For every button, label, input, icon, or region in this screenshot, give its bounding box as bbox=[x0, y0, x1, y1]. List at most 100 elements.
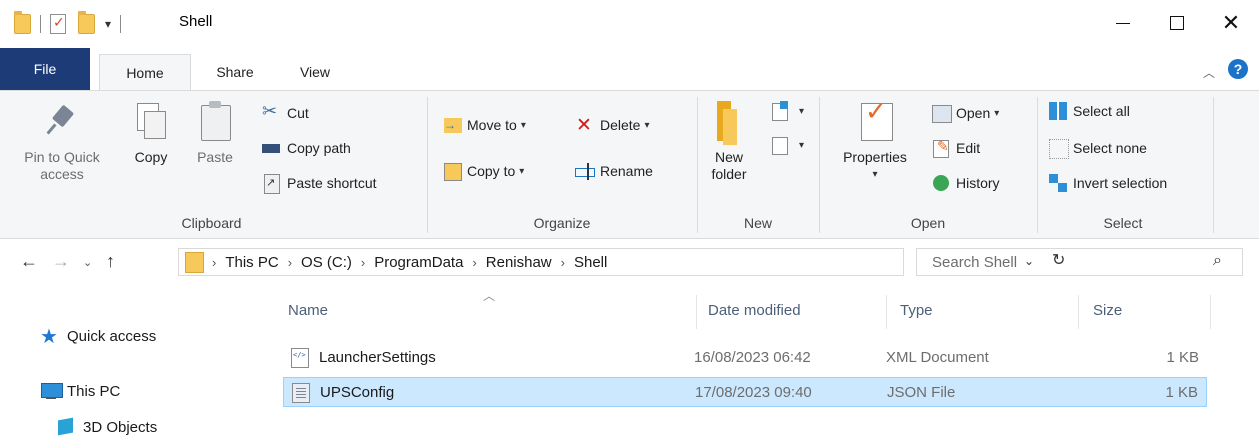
select-group-label: Select bbox=[1103, 215, 1143, 231]
breadcrumb-separator-icon[interactable]: › bbox=[472, 255, 476, 270]
up-arrow-icon[interactable]: ↑ bbox=[106, 251, 115, 272]
invert-selection-icon bbox=[1048, 173, 1068, 193]
tab-home[interactable]: Home bbox=[99, 54, 191, 91]
new-folder-quick-icon[interactable] bbox=[78, 11, 95, 34]
column-header-name[interactable]: Name bbox=[288, 302, 328, 319]
paste-shortcut-button[interactable]: Paste shortcut bbox=[262, 171, 377, 195]
organize-group-label: Organize bbox=[533, 215, 591, 231]
maximize-button[interactable] bbox=[1154, 6, 1200, 40]
copy-button[interactable]: Copy bbox=[126, 99, 176, 166]
invert-selection-button[interactable]: Invert selection bbox=[1048, 171, 1167, 195]
paste-button[interactable]: Paste bbox=[190, 99, 240, 166]
delete-button[interactable]: Delete ▾ bbox=[575, 113, 650, 137]
nav-item-3d-objects[interactable]: 3D Objects bbox=[56, 418, 157, 436]
copy-to-label: Copy to bbox=[467, 163, 516, 179]
breadcrumb-separator-icon[interactable]: › bbox=[212, 255, 216, 270]
close-button[interactable]: ✕ bbox=[1208, 6, 1254, 40]
chevron-down-icon: ▾ bbox=[994, 107, 1000, 119]
minimize-icon bbox=[1116, 22, 1130, 24]
toolbar-divider bbox=[40, 15, 41, 33]
copy-to-icon bbox=[442, 161, 462, 181]
file-name: LauncherSettings bbox=[319, 349, 436, 366]
edit-button[interactable]: Edit bbox=[931, 136, 980, 160]
new-folder-icon bbox=[709, 99, 749, 145]
close-icon: ✕ bbox=[1221, 10, 1241, 35]
copy-path-button[interactable]: Copy path bbox=[262, 136, 351, 160]
column-header-date-modified[interactable]: Date modified bbox=[708, 302, 801, 319]
tab-view[interactable]: View bbox=[280, 54, 350, 90]
new-folder-line2: folder bbox=[711, 166, 747, 182]
table-row[interactable]: LauncherSettings 16/08/2023 06:42 XML Do… bbox=[283, 343, 1207, 373]
address-bar[interactable]: › This PC › OS (C:) › ProgramData › Reni… bbox=[178, 248, 1065, 276]
address-toolbar: ← → ⌄ ↑ › This PC › OS (C:) › ProgramDat… bbox=[0, 239, 1259, 285]
breadcrumb-shell[interactable]: Shell bbox=[574, 254, 607, 271]
title-bar: ▾ Shell ✕ bbox=[0, 0, 1259, 48]
nav-item-label: Quick access bbox=[67, 327, 157, 345]
open-button[interactable]: Open ▾ bbox=[931, 101, 999, 125]
file-type: JSON File bbox=[887, 384, 956, 401]
ribbon-tab-bar: File Home Share View ︿ ? bbox=[0, 48, 1259, 91]
select-none-icon bbox=[1048, 138, 1069, 159]
new-item-icon bbox=[770, 101, 790, 121]
properties-quick-icon[interactable] bbox=[50, 14, 66, 34]
star-icon bbox=[40, 324, 60, 349]
tab-share[interactable]: Share bbox=[200, 54, 270, 90]
column-divider[interactable] bbox=[696, 295, 697, 329]
new-folder-button[interactable]: New folder bbox=[704, 99, 754, 183]
breadcrumb-renishaw[interactable]: Renishaw bbox=[486, 254, 552, 271]
nav-item-this-pc[interactable]: This PC bbox=[40, 382, 120, 400]
column-divider[interactable] bbox=[1210, 295, 1211, 329]
breadcrumb-separator-icon[interactable]: › bbox=[561, 255, 565, 270]
breadcrumb-separator-icon[interactable]: › bbox=[288, 255, 292, 270]
nav-item-label: 3D Objects bbox=[83, 418, 158, 436]
rename-button[interactable]: Rename bbox=[575, 159, 653, 183]
recent-locations-chevron-icon[interactable]: ⌄ bbox=[83, 256, 92, 269]
pin-to-quick-access-button[interactable]: Pin to Quick access bbox=[2, 99, 122, 183]
table-row[interactable]: UPSConfig 17/08/2023 09:40 JSON File 1 K… bbox=[283, 377, 1207, 407]
folder-icon[interactable] bbox=[14, 11, 31, 34]
select-all-button[interactable]: Select all bbox=[1048, 99, 1130, 123]
nav-item-label: This PC bbox=[67, 382, 121, 400]
copy-to-button[interactable]: Copy to ▾ bbox=[442, 159, 524, 183]
column-header-size[interactable]: Size bbox=[1093, 302, 1122, 319]
nav-item-quick-access[interactable]: Quick access bbox=[40, 324, 157, 349]
delete-label: Delete bbox=[600, 117, 641, 133]
computer-icon bbox=[40, 382, 63, 400]
move-to-button[interactable]: Move to ▾ bbox=[442, 113, 526, 137]
invert-selection-label: Invert selection bbox=[1073, 175, 1168, 191]
select-all-icon bbox=[1048, 101, 1068, 121]
chevron-down-icon: ▾ bbox=[519, 165, 525, 177]
easy-access-button[interactable]: ▾ bbox=[770, 133, 804, 157]
file-size: 1 KB bbox=[1166, 349, 1199, 366]
customize-toolbar-dropdown-icon[interactable]: ▾ bbox=[105, 17, 111, 31]
file-size: 1 KB bbox=[1165, 384, 1198, 401]
forward-arrow-icon[interactable]: → bbox=[52, 251, 70, 272]
search-input[interactable] bbox=[932, 252, 1202, 272]
column-divider[interactable] bbox=[886, 295, 887, 329]
select-none-button[interactable]: Select none bbox=[1048, 136, 1147, 160]
collapse-ribbon-chevron-icon[interactable]: ︿ bbox=[1203, 64, 1215, 81]
column-divider[interactable] bbox=[1078, 295, 1079, 329]
cut-label: Cut bbox=[287, 105, 309, 121]
xml-file-icon bbox=[291, 348, 309, 368]
history-button[interactable]: History bbox=[931, 171, 1000, 195]
new-item-button[interactable]: ▾ bbox=[770, 99, 804, 123]
breadcrumb-programdata[interactable]: ProgramData bbox=[374, 254, 463, 271]
column-header-type[interactable]: Type bbox=[900, 302, 933, 319]
breadcrumb-separator-icon[interactable]: › bbox=[361, 255, 365, 270]
new-group: New folder ▾ ▾ New bbox=[698, 91, 818, 237]
tab-file[interactable]: File bbox=[0, 48, 90, 90]
minimize-button[interactable] bbox=[1100, 6, 1146, 40]
search-box[interactable]: ⌕ bbox=[916, 248, 1243, 276]
properties-button[interactable]: Properties ▾ bbox=[830, 99, 920, 183]
help-icon[interactable]: ? bbox=[1228, 59, 1248, 79]
search-icon[interactable]: ⌕ bbox=[1213, 252, 1222, 270]
pin-label-line2: access bbox=[40, 166, 84, 182]
breadcrumb-this-pc[interactable]: This PC bbox=[225, 254, 278, 271]
back-arrow-icon[interactable]: ← bbox=[20, 251, 38, 272]
open-icon bbox=[931, 103, 952, 123]
cut-button[interactable]: Cut bbox=[262, 101, 309, 125]
breadcrumb-os-c[interactable]: OS (C:) bbox=[301, 254, 352, 271]
history-icon bbox=[931, 173, 951, 193]
file-date: 16/08/2023 06:42 bbox=[694, 349, 811, 366]
